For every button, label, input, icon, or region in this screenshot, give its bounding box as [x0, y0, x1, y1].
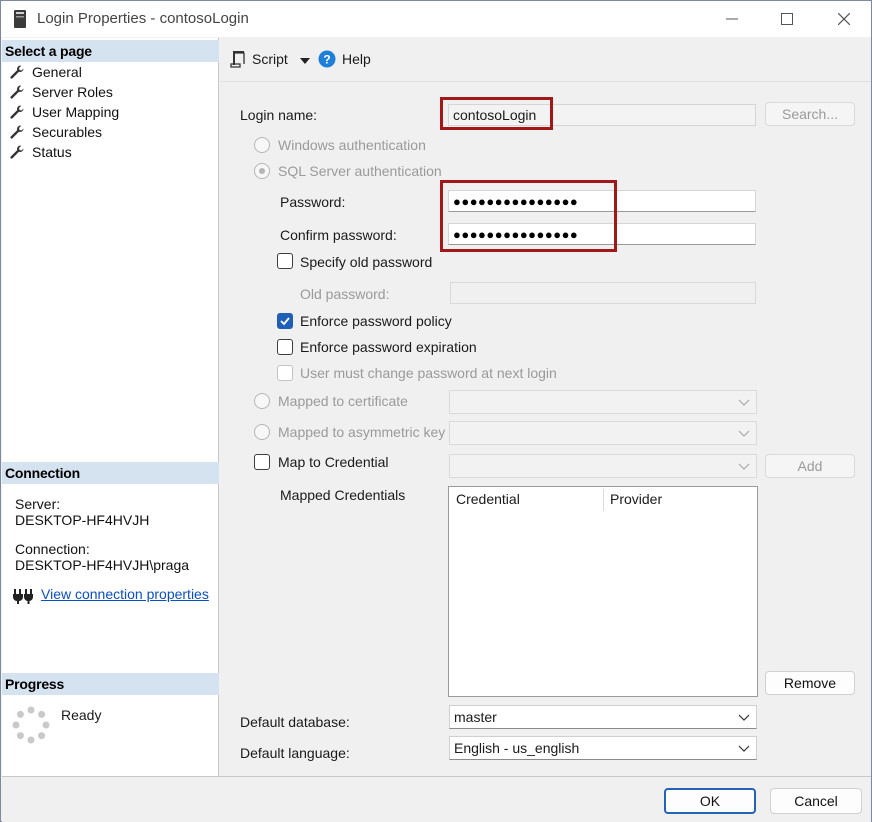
close-button[interactable]	[821, 1, 867, 37]
cancel-button[interactable]: Cancel	[770, 788, 862, 814]
enforce-password-policy-checkbox[interactable]	[277, 313, 293, 329]
app-icon	[14, 10, 26, 28]
enforce-password-policy-label: Enforce password policy	[300, 313, 452, 329]
password-highlight	[440, 180, 617, 252]
server-label: Server:	[15, 496, 61, 512]
chevron-down-icon	[738, 430, 750, 437]
chevron-down-icon	[738, 463, 750, 470]
chevron-down-icon	[738, 399, 750, 406]
confirm-password-label: Confirm password:	[280, 227, 397, 243]
maximize-icon	[781, 13, 793, 25]
login-name-highlight	[440, 97, 553, 130]
minimize-button[interactable]	[709, 1, 755, 37]
search-button[interactable]: Search...	[765, 102, 855, 126]
progress-status: Ready	[61, 707, 102, 723]
window-title: Login Properties - contosoLogin	[37, 10, 249, 27]
page-item-user-mapping[interactable]: User Mapping	[10, 102, 119, 122]
help-button[interactable]: ? Help	[318, 50, 371, 68]
page-item-label: Status	[32, 144, 72, 160]
wrench-icon	[10, 85, 24, 99]
left-pane: Select a page General Server Roles User …	[2, 38, 219, 776]
map-to-credential-checkbox[interactable]	[254, 454, 270, 470]
specify-old-password-label: Specify old password	[300, 254, 433, 270]
mapped-asymmetric-key-radio[interactable]	[254, 424, 270, 440]
page-item-label: General	[32, 64, 82, 80]
connection-header: Connection	[2, 462, 219, 484]
default-database-value: master	[454, 709, 497, 725]
mapped-certificate-radio[interactable]	[254, 393, 270, 409]
script-icon	[230, 51, 245, 68]
close-icon	[838, 13, 850, 25]
add-button[interactable]: Add	[765, 454, 855, 478]
default-language-value: English - us_english	[454, 740, 580, 756]
page-item-server-roles[interactable]: Server Roles	[10, 82, 113, 102]
password-label: Password:	[280, 194, 346, 210]
mapped-credentials-grid[interactable]: Credential Provider	[448, 486, 758, 697]
ok-button[interactable]: OK	[664, 788, 756, 814]
plug-icon	[13, 589, 33, 604]
sql-auth-radio[interactable]	[254, 163, 270, 179]
wrench-icon	[10, 65, 24, 79]
enforce-password-expiration-checkbox[interactable]	[277, 339, 293, 355]
script-dropdown-icon[interactable]	[300, 58, 310, 64]
mapped-credentials-label: Mapped Credentials	[280, 487, 406, 503]
login-properties-window: Login Properties - contosoLogin Select a…	[0, 0, 872, 822]
grid-column-separator	[603, 489, 604, 511]
grid-header-credential[interactable]: Credential	[456, 491, 520, 507]
windows-auth-radio[interactable]	[254, 137, 270, 153]
page-item-label: Securables	[32, 124, 103, 140]
credential-select[interactable]	[449, 454, 757, 478]
progress-spinner-icon	[12, 706, 50, 744]
wrench-icon	[10, 145, 24, 159]
help-label: Help	[342, 51, 371, 67]
server-value: DESKTOP-HF4HVJH	[15, 512, 150, 528]
default-language-select[interactable]: English - us_english	[449, 736, 757, 760]
page-item-label: User Mapping	[32, 104, 120, 120]
page-item-label: Server Roles	[32, 84, 113, 100]
select-page-header: Select a page	[2, 40, 219, 62]
connection-label: Connection:	[15, 541, 90, 557]
specify-old-password-checkbox[interactable]	[277, 253, 293, 269]
wrench-icon	[10, 125, 24, 139]
page-item-securables[interactable]: Securables	[10, 122, 102, 142]
toolbar: Script ? Help	[220, 38, 871, 82]
default-database-label: Default database:	[240, 714, 350, 730]
must-change-password-label: User must change password at next login	[300, 365, 557, 381]
enforce-password-expiration-label: Enforce password expiration	[300, 339, 477, 355]
general-page: Login name: contosoLogin Search... Windo…	[220, 83, 871, 775]
chevron-down-icon	[738, 745, 750, 752]
script-label: Script	[252, 51, 288, 67]
view-connection-properties-link[interactable]: View connection properties	[41, 586, 209, 602]
script-button[interactable]: Script	[230, 50, 288, 68]
sql-auth-label: SQL Server authentication	[278, 163, 442, 179]
default-database-select[interactable]: master	[449, 705, 757, 729]
must-change-password-checkbox[interactable]	[277, 365, 293, 381]
old-password-input[interactable]	[450, 282, 756, 304]
connection-value: DESKTOP-HF4HVJH\praga	[15, 557, 190, 573]
old-password-label: Old password:	[300, 286, 390, 302]
page-item-status[interactable]: Status	[10, 142, 72, 162]
default-language-label: Default language:	[240, 745, 350, 761]
progress-header: Progress	[2, 673, 219, 695]
help-icon: ?	[318, 50, 336, 68]
wrench-icon	[10, 105, 24, 119]
windows-auth-label: Windows authentication	[278, 137, 426, 153]
chevron-down-icon	[738, 714, 750, 721]
remove-button[interactable]: Remove	[765, 671, 855, 695]
login-name-label: Login name:	[240, 107, 318, 123]
maximize-button[interactable]	[764, 1, 810, 37]
svg-text:?: ?	[323, 53, 330, 67]
checkmark-icon	[280, 317, 290, 326]
asymmetric-key-select[interactable]	[449, 421, 757, 445]
minimize-icon	[726, 18, 738, 20]
title-bar: Login Properties - contosoLogin	[1, 1, 871, 37]
page-item-general[interactable]: General	[10, 62, 82, 82]
certificate-select[interactable]	[449, 390, 757, 414]
grid-header-provider[interactable]: Provider	[610, 491, 662, 507]
dialog-footer: OK Cancel	[2, 776, 871, 822]
mapped-certificate-label: Mapped to certificate	[278, 393, 408, 409]
map-to-credential-label: Map to Credential	[278, 454, 389, 470]
mapped-asymmetric-key-label: Mapped to asymmetric key	[278, 424, 446, 440]
